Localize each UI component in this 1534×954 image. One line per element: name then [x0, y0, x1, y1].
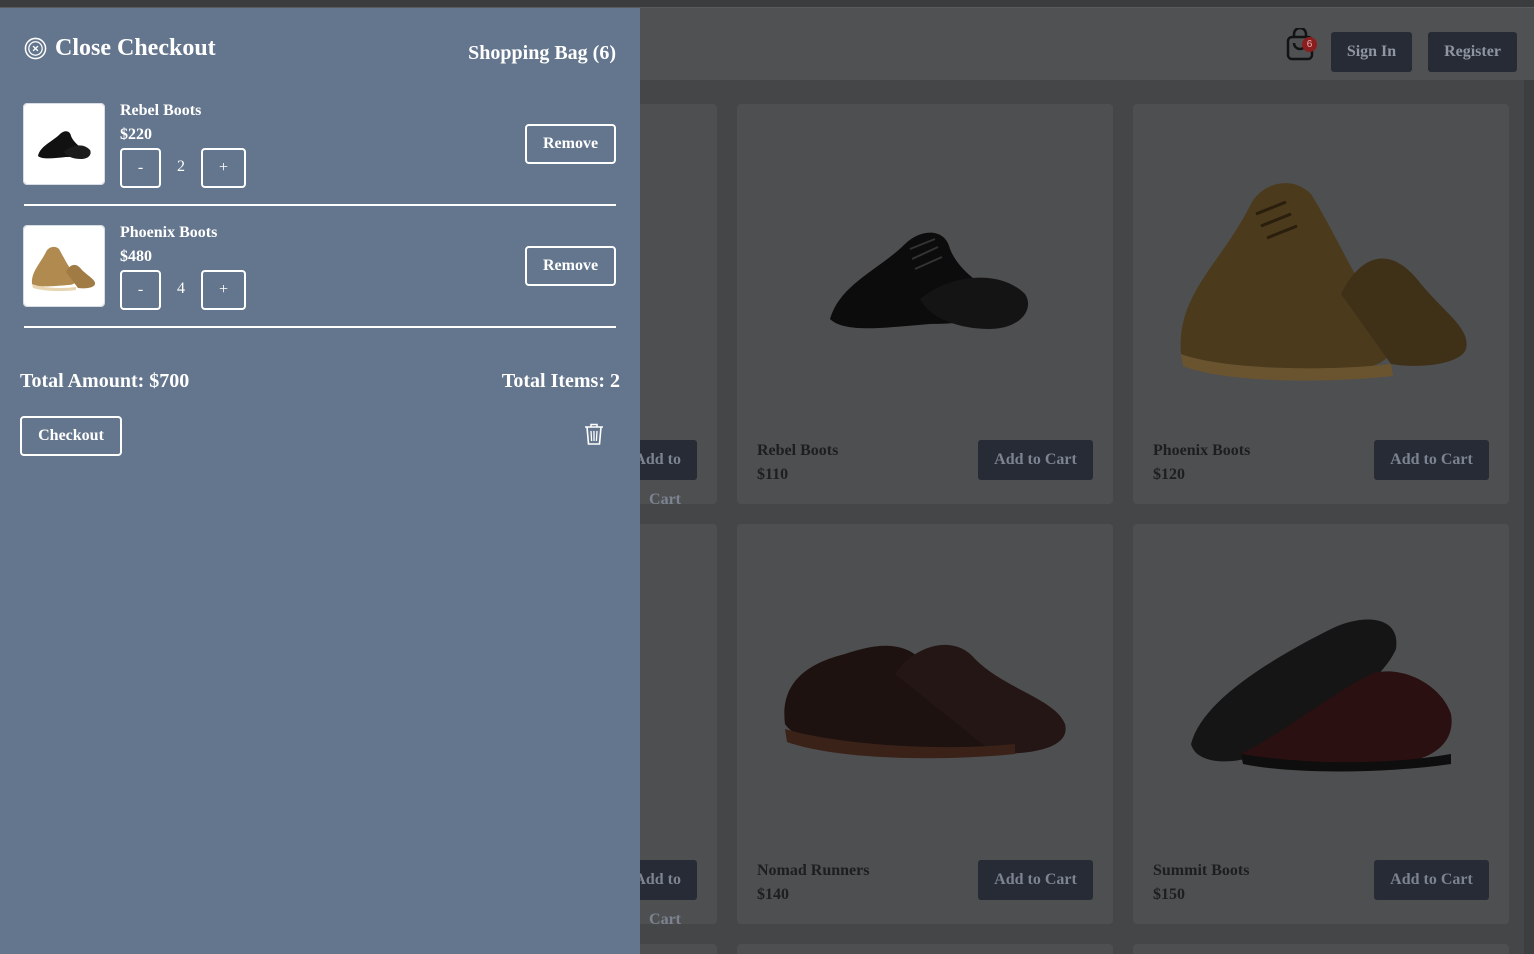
increase-quantity-button[interactable]: + [201, 270, 246, 310]
product-card: Summit Boots $150 Add to Cart [1133, 524, 1509, 924]
product-name: Phoenix Boots [1153, 442, 1251, 459]
total-items: Total Items: 2 [501, 370, 620, 392]
decrease-quantity-button[interactable]: - [120, 148, 161, 188]
page-scrollbar[interactable] [1524, 80, 1534, 954]
cart-count-badge: 6 [1302, 37, 1317, 52]
product-image [1133, 104, 1509, 434]
product-image [737, 524, 1113, 854]
product-card-partial [737, 944, 1113, 954]
product-card-partial [1133, 944, 1509, 954]
close-circle-icon [24, 37, 47, 60]
top-strip [0, 0, 1534, 8]
trash-icon[interactable] [583, 422, 605, 446]
add-to-cart-button[interactable]: Add to Cart [1374, 440, 1489, 480]
quantity-value: 4 [177, 280, 185, 297]
add-to-cart-button[interactable]: Add to Cart [978, 440, 1093, 480]
product-card: Phoenix Boots $120 Add to Cart [1133, 104, 1509, 504]
remove-item-button[interactable]: Remove [525, 246, 616, 286]
cart-item-image [23, 225, 105, 307]
product-price: $150 [1153, 886, 1185, 903]
product-name: Nomad Runners [757, 862, 870, 879]
quantity-value: 2 [177, 158, 185, 175]
product-card: Nomad Runners $140 Add to Cart [737, 524, 1113, 924]
product-price: $110 [757, 466, 789, 483]
cart-item-image [23, 103, 105, 185]
close-checkout-label: Close Checkout [55, 35, 216, 61]
cart-item-name: Phoenix Boots [120, 224, 218, 241]
product-image [1133, 524, 1509, 854]
remove-item-button[interactable]: Remove [525, 124, 616, 164]
product-image [737, 104, 1113, 434]
shopping-bag-title: Shopping Bag (6) [468, 42, 616, 64]
product-price: $120 [1153, 466, 1185, 483]
checkout-button[interactable]: Checkout [20, 416, 122, 456]
checkout-drawer: Close Checkout Shopping Bag (6) Rebel Bo… [0, 8, 640, 954]
total-amount: Total Amount: $700 [20, 370, 190, 392]
register-button[interactable]: Register [1428, 32, 1517, 72]
product-name: Summit Boots [1153, 862, 1250, 879]
sign-in-button[interactable]: Sign In [1331, 32, 1412, 72]
cart-item: Phoenix Boots $480 - 4 + Remove [23, 224, 616, 328]
cart-totals: Total Amount: $700 Total Items: 2 [20, 370, 620, 393]
cart-item-name: Rebel Boots [120, 102, 202, 119]
add-to-cart-button[interactable]: Add to Cart [1374, 860, 1489, 900]
decrease-quantity-button[interactable]: - [120, 270, 161, 310]
product-card: Rebel Boots $110 Add to Cart [737, 104, 1113, 504]
cart-item-price: $220 [120, 126, 152, 143]
increase-quantity-button[interactable]: + [201, 148, 246, 188]
product-name: Rebel Boots [757, 442, 839, 459]
close-checkout-button[interactable]: Close Checkout [24, 35, 216, 62]
product-price: $140 [757, 886, 789, 903]
cart-item: Rebel Boots $220 - 2 + Remove [23, 102, 616, 206]
add-to-cart-button[interactable]: Add to Cart [978, 860, 1093, 900]
cart-item-price: $480 [120, 248, 152, 265]
